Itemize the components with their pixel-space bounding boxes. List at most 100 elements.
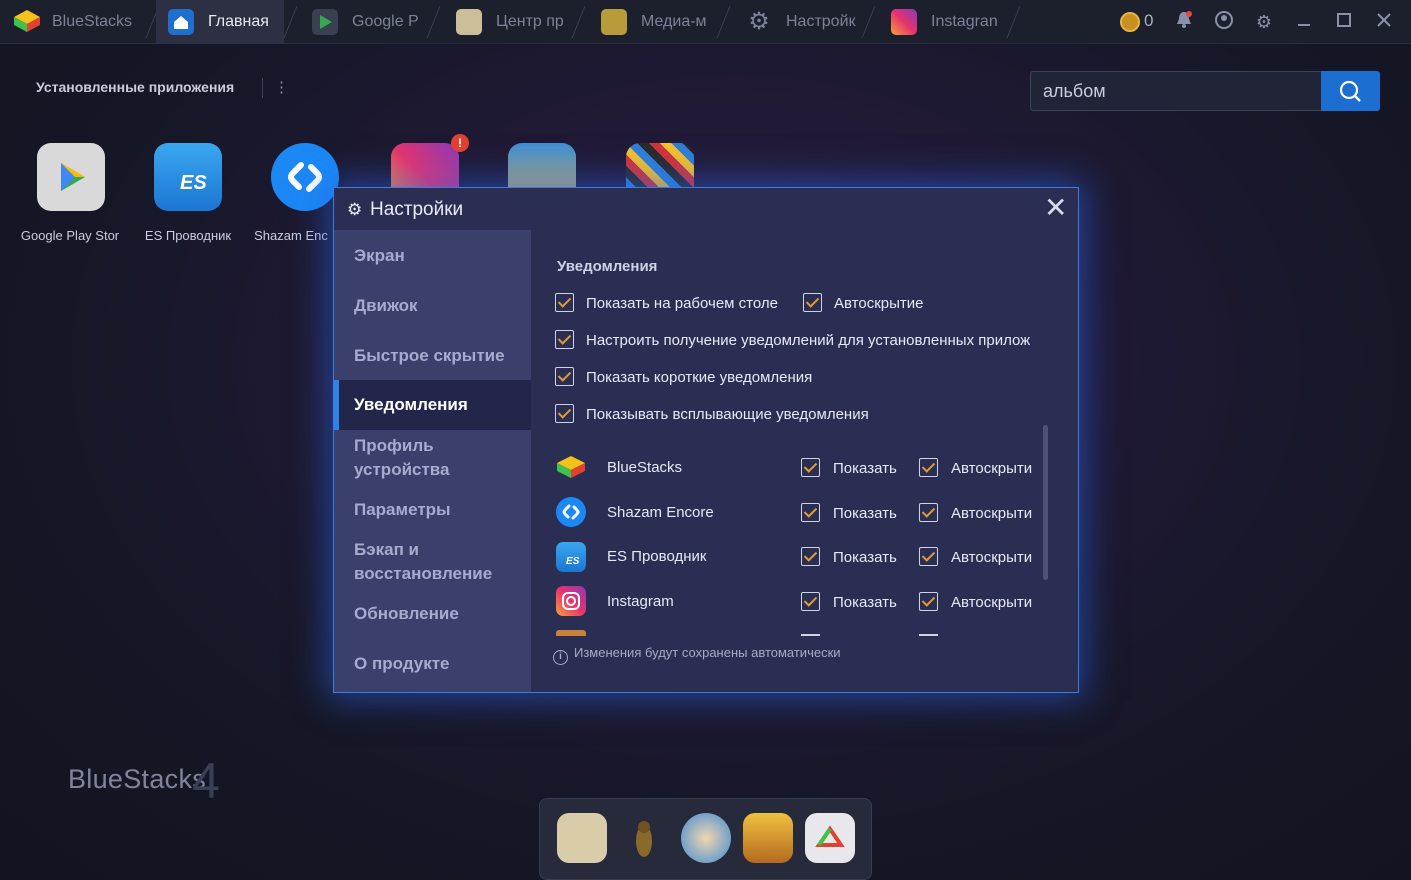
shazam-icon — [556, 497, 586, 527]
show-checkbox[interactable] — [801, 547, 820, 566]
show-checkbox[interactable] — [801, 458, 820, 477]
installed-apps-title: Установленные приложения — [36, 79, 235, 95]
settings-gear-icon: ⚙ — [748, 8, 770, 35]
tab-label: Медиа-м — [641, 13, 707, 30]
popup-notifications-checkbox[interactable] — [555, 404, 574, 423]
app-center-dock-icon[interactable] — [557, 813, 607, 863]
nav-item-device-profile[interactable]: Профиль устройства — [334, 434, 484, 482]
google-play-icon[interactable] — [37, 143, 105, 211]
shazam-icon[interactable] — [271, 143, 339, 211]
settings-dialog: ⚙ Настройки ✕ Экран Движок Быстрое скрыт… — [333, 187, 1079, 693]
media-manager-icon — [601, 9, 627, 35]
bluestacks-logo-icon — [14, 10, 40, 32]
autohide-label: Автоскрыти — [951, 549, 1033, 566]
camo-app-dock-icon[interactable] — [805, 813, 855, 863]
short-notifications-label: Показать короткие уведомления — [586, 369, 813, 386]
settings-nav: Экран Движок Быстрое скрытие Уведомления… — [334, 230, 531, 692]
tab-label: Главная — [208, 13, 269, 30]
play-store-icon — [312, 9, 338, 35]
autohide-checkbox[interactable] — [803, 293, 822, 312]
es-explorer-icon[interactable]: ES — [154, 143, 222, 211]
show-checkbox[interactable] — [801, 592, 820, 611]
scrollbar-thumb[interactable] — [1043, 425, 1048, 580]
tab-label: Instagran — [931, 13, 998, 30]
autohide-checkbox[interactable] — [919, 547, 938, 566]
gear-icon: ⚙ — [347, 200, 363, 219]
nav-item-screen[interactable]: Экран — [334, 244, 531, 268]
bluestacks-icon — [557, 456, 585, 478]
nav-item-update[interactable]: Обновление — [334, 602, 531, 626]
maximize-icon[interactable] — [1332, 10, 1356, 34]
coin-count: 0 — [1144, 11, 1154, 30]
configure-apps-label: Настроить получение уведомлений для уста… — [586, 332, 1031, 349]
info-icon: i — [553, 650, 568, 665]
dialog-title: Настройки — [370, 199, 464, 220]
coin-icon[interactable] — [1120, 12, 1140, 32]
search-input[interactable]: альбом — [1030, 71, 1322, 111]
show-label: Показать — [833, 460, 897, 477]
close-window-icon[interactable] — [1372, 10, 1396, 34]
partial-checkbox — [801, 634, 820, 636]
app-label: ES Проводник — [144, 228, 232, 243]
nav-item-notifications[interactable]: Уведомления — [334, 380, 531, 430]
tab-media-manager[interactable]: Медиа-м — [601, 0, 713, 44]
section-title: Уведомления — [557, 258, 658, 275]
show-label: Показать — [833, 594, 897, 611]
show-checkbox[interactable] — [801, 503, 820, 522]
notifications-panel: Уведомления Показать на рабочем столе Ав… — [531, 230, 1078, 692]
nav-item-about[interactable]: О продукте — [334, 652, 531, 676]
tab-home[interactable]: Главная — [156, 0, 284, 44]
nav-item-backup[interactable]: Бэкап и восстановление — [334, 538, 524, 586]
autosave-note: i Изменения будут сохранены автоматически — [553, 645, 841, 665]
nav-item-parameters[interactable]: Параметры — [334, 498, 531, 522]
tab-google-play[interactable]: Google P — [312, 0, 422, 44]
es-explorer-icon: ES — [556, 542, 586, 572]
installed-apps-menu-button[interactable]: ⋮ — [274, 78, 289, 96]
show-on-desktop-checkbox[interactable] — [555, 293, 574, 312]
dialog-header: ⚙ Настройки ✕ — [334, 188, 1078, 230]
settings-icon[interactable]: ⚙ — [1252, 10, 1276, 34]
autohide-checkbox[interactable] — [919, 592, 938, 611]
close-icon[interactable]: ✕ — [1044, 194, 1067, 222]
partial-checkbox — [919, 634, 938, 636]
tab-instagram[interactable]: Instagran — [891, 0, 1003, 44]
instagram-icon — [556, 586, 586, 616]
app-center-icon — [456, 9, 482, 35]
autohide-checkbox[interactable] — [919, 503, 938, 522]
app-label: Google Play Stor — [20, 228, 120, 243]
app-label: Shazam Enc — [254, 228, 328, 243]
autohide-label: Автоскрытие — [834, 295, 924, 312]
svg-text:ES: ES — [566, 556, 580, 567]
configure-apps-checkbox[interactable] — [555, 330, 574, 349]
tab-settings[interactable]: ⚙ Настройк — [746, 0, 858, 44]
strategy-game-dock-icon[interactable] — [743, 813, 793, 863]
search-button[interactable] — [1321, 71, 1380, 111]
game-character-dock-icon[interactable] — [681, 813, 731, 863]
nav-item-engine[interactable]: Движок — [334, 294, 531, 318]
app-row-name: BlueStacks — [607, 459, 683, 476]
nav-item-quick-hide[interactable]: Быстрое скрытие — [334, 344, 531, 368]
tab-app-center[interactable]: Центр пр — [456, 0, 570, 44]
tab-label: Центр пр — [496, 13, 564, 30]
show-on-desktop-label: Показать на рабочем столе — [586, 295, 778, 312]
notification-badge: ! — [451, 134, 469, 152]
autohide-checkbox[interactable] — [919, 458, 938, 477]
app-row-name: Instagram — [607, 593, 674, 610]
short-notifications-checkbox[interactable] — [555, 367, 574, 386]
account-icon[interactable] — [1212, 10, 1236, 34]
show-label: Показать — [833, 505, 897, 522]
app-row-name: ES Проводник — [607, 548, 707, 565]
brand-version: 4 — [192, 753, 220, 809]
notification-bell-icon[interactable] — [1172, 10, 1196, 34]
brand-wordmark: BlueStacks — [68, 764, 207, 794]
dog-character-icon[interactable] — [619, 813, 669, 863]
show-label: Показать — [833, 549, 897, 566]
tab-label: Google P — [352, 13, 419, 30]
tab-label: Настройк — [786, 13, 856, 30]
svg-text:ES: ES — [180, 172, 207, 194]
search-icon — [1339, 80, 1361, 102]
minimize-icon[interactable] — [1292, 10, 1316, 34]
home-icon — [168, 9, 194, 35]
divider — [262, 78, 263, 98]
app-name: BlueStacks — [52, 13, 133, 30]
